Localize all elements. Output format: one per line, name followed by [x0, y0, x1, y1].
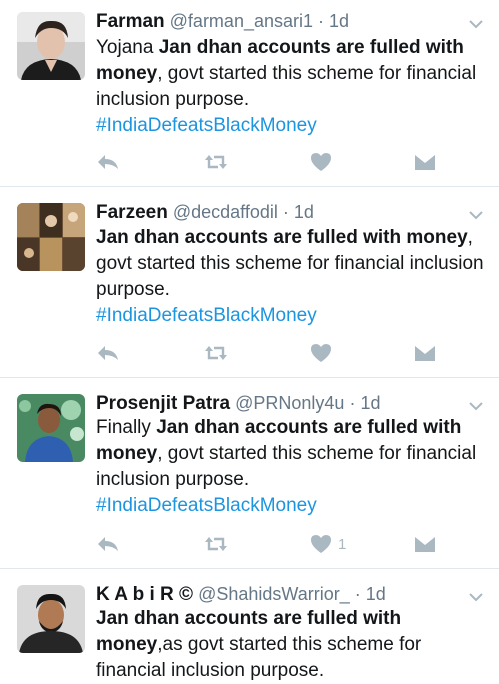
- avatar[interactable]: [17, 203, 85, 271]
- timestamp[interactable]: · 1d: [349, 393, 380, 413]
- tweet[interactable]: K A b i R © @ShahidsWarrior_ · 1d Jan dh…: [0, 583, 499, 681]
- tweet-divider: [0, 568, 499, 569]
- chevron-down-icon[interactable]: [469, 589, 483, 602]
- tweet-divider: [0, 377, 499, 378]
- timestamp[interactable]: · 1d: [318, 11, 349, 31]
- direct-message-button[interactable]: [414, 150, 436, 174]
- hashtag-link[interactable]: #IndiaDefeatsBlackMoney: [96, 305, 317, 326]
- direct-message-button[interactable]: [414, 341, 436, 365]
- direct-message-icon: [414, 344, 436, 361]
- display-name[interactable]: K A b i R ©: [96, 584, 193, 605]
- reply-button[interactable]: [96, 341, 120, 365]
- tweet-actions: [0, 341, 499, 365]
- hashtag-link[interactable]: #IndiaDefeatsBlackMoney: [96, 495, 317, 516]
- tweet-text-prefix: Finally: [96, 417, 157, 438]
- hashtag-link[interactable]: #IndiaDefeatsBlackMoney: [96, 115, 317, 136]
- username[interactable]: @PRNonly4u: [235, 393, 344, 413]
- display-name[interactable]: Farzeen: [96, 202, 168, 223]
- avatar[interactable]: [17, 394, 85, 462]
- tweet-header: K A b i R © @ShahidsWarrior_ · 1d: [96, 583, 386, 606]
- timestamp[interactable]: · 1d: [283, 202, 314, 222]
- username[interactable]: @ShahidsWarrior_: [198, 584, 350, 604]
- display-name[interactable]: Farman: [96, 11, 165, 32]
- heart-icon: [311, 153, 331, 171]
- retweet-button[interactable]: [204, 150, 228, 174]
- tweet-text-bold: Jan dhan accounts are fulled with money: [96, 227, 468, 248]
- tweet-header: Farman @farman_ansari1 · 1d: [96, 10, 349, 33]
- tweet[interactable]: Farman @farman_ansari1 · 1d Yojana Jan d…: [0, 10, 499, 186]
- like-button[interactable]: 1: [310, 532, 346, 556]
- chevron-down-icon[interactable]: [469, 207, 483, 220]
- retweet-icon: [205, 537, 227, 551]
- retweet-icon: [205, 346, 227, 360]
- tweet-text: Finally Jan dhan accounts are fulled wit…: [96, 415, 488, 519]
- tweet-text: Jan dhan accounts are fulled with money,…: [96, 606, 488, 684]
- tweet-actions: 1: [0, 532, 499, 556]
- tweet-text: Jan dhan accounts are fulled with money,…: [96, 225, 488, 329]
- tweet-text: Yojana Jan dhan accounts are fulled with…: [96, 35, 488, 139]
- avatar[interactable]: [17, 585, 85, 653]
- username[interactable]: @farman_ansari1: [170, 11, 313, 31]
- like-count: 1: [338, 535, 347, 553]
- reply-icon: [98, 346, 118, 360]
- heart-icon: [311, 344, 331, 362]
- heart-icon: [311, 535, 331, 553]
- retweet-icon: [205, 155, 227, 169]
- tweet-header: Farzeen @decdaffodil · 1d: [96, 201, 314, 224]
- reply-icon: [98, 155, 118, 169]
- direct-message-icon: [414, 535, 436, 552]
- tweet-divider: [0, 186, 499, 187]
- retweet-button[interactable]: [204, 532, 228, 556]
- tweet-text-prefix: Yojana: [96, 37, 159, 58]
- reply-icon: [98, 537, 118, 551]
- reply-button[interactable]: [96, 150, 120, 174]
- tweet[interactable]: Prosenjit Patra @PRNonly4u · 1d Finally …: [0, 392, 499, 568]
- tweet-actions: [0, 150, 499, 174]
- display-name[interactable]: Prosenjit Patra: [96, 393, 230, 414]
- chevron-down-icon[interactable]: [469, 16, 483, 29]
- avatar[interactable]: [17, 12, 85, 80]
- tweet[interactable]: Farzeen @decdaffodil · 1d Jan dhan accou…: [0, 201, 499, 377]
- tweet-header: Prosenjit Patra @PRNonly4u · 1d: [96, 392, 381, 415]
- like-button[interactable]: [310, 341, 338, 365]
- direct-message-icon: [414, 153, 436, 170]
- timestamp[interactable]: · 1d: [355, 584, 386, 604]
- like-button[interactable]: [310, 150, 338, 174]
- retweet-button[interactable]: [204, 341, 228, 365]
- chevron-down-icon[interactable]: [469, 398, 483, 411]
- reply-button[interactable]: [96, 532, 120, 556]
- direct-message-button[interactable]: [414, 532, 436, 556]
- username[interactable]: @decdaffodil: [173, 202, 278, 222]
